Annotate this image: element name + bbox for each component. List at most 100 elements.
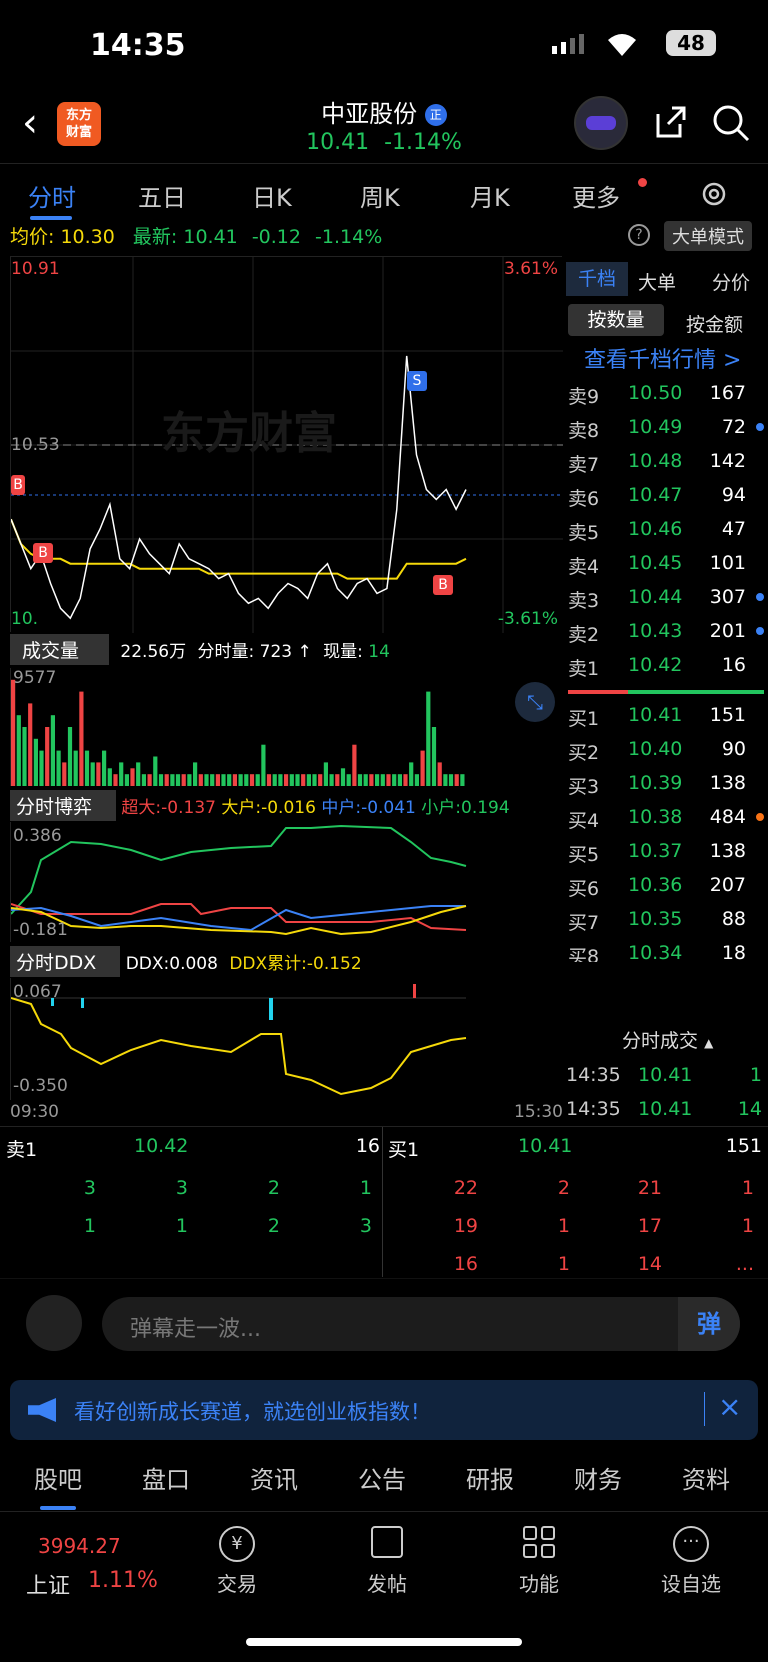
footer-function[interactable]: 功能 <box>484 1526 594 1597</box>
footer-watchlist[interactable]: ··· 设自选 <box>636 1526 746 1597</box>
footer-post[interactable]: 发帖 <box>332 1526 442 1597</box>
share-icon[interactable] <box>650 102 690 142</box>
home-indicator <box>246 1638 522 1646</box>
tab-5day[interactable]: 五日 <box>138 178 186 213</box>
tab-monthly[interactable]: 月K <box>470 178 510 213</box>
index-pct: 1.11% <box>88 1568 158 1593</box>
buy-marker-b[interactable]: B <box>433 575 453 595</box>
sell-row[interactable]: 卖1 10.42 16 <box>562 648 768 682</box>
tab-finance[interactable]: 财务 <box>574 1460 622 1495</box>
buy-marker-b[interactable]: B <box>33 543 53 563</box>
tab-more[interactable]: 更多 <box>572 178 620 213</box>
close-icon[interactable]: × <box>718 1390 741 1423</box>
sell-row[interactable]: 卖6 10.47 94 <box>562 478 768 512</box>
ob-label: 卖1 <box>568 658 600 680</box>
now-volume-value: 14 <box>368 642 390 662</box>
queue-cell: 2 <box>267 1215 280 1237</box>
caret-up-icon: ▲ <box>704 1036 714 1050</box>
buy-marker-b[interactable]: B <box>11 475 25 495</box>
bottom-sell-label: 卖1 <box>6 1139 38 1161</box>
sell-marker-s[interactable]: S <box>407 371 427 391</box>
buy-row[interactable]: 买3 10.39 138 <box>562 766 768 800</box>
volume-bar <box>204 774 209 786</box>
ob-volume: 207 <box>709 874 746 896</box>
ob-volume: 94 <box>721 484 746 506</box>
tab-profile[interactable]: 资料 <box>682 1460 730 1495</box>
buy-row[interactable]: 买6 10.36 207 <box>562 868 768 902</box>
price-info-bar: 均价: 10.30 最新: 10.41 -0.12 -1.14% <box>10 222 382 249</box>
buy-row[interactable]: 买2 10.40 90 <box>562 732 768 766</box>
index-name[interactable]: 上证 <box>26 1568 70 1600</box>
tab-news[interactable]: 资讯 <box>250 1460 298 1495</box>
volume-bar <box>107 768 112 786</box>
tab-research[interactable]: 研报 <box>466 1460 514 1495</box>
tab-daily[interactable]: 日K <box>252 178 292 213</box>
sell-row[interactable]: 卖2 10.43 201 <box>562 614 768 648</box>
danmu-input[interactable]: 弹幕走一波... 弹 <box>102 1297 740 1351</box>
intraday-chart[interactable]: 10.91 3.61% 10.53 -3.61% 10. 东方财富 S B B … <box>10 256 563 633</box>
volume-bar <box>448 774 454 786</box>
ob-price: 10.35 <box>628 908 683 930</box>
latest-value: 10.41 <box>183 226 238 248</box>
volume-bar <box>295 774 300 786</box>
game-selector[interactable]: 分时博弈 <box>10 790 117 821</box>
gear-icon[interactable] <box>700 180 728 208</box>
side-tab-depth[interactable]: 千档 <box>566 262 628 296</box>
ob-label: 卖7 <box>568 454 600 476</box>
sell-row[interactable]: 卖9 10.50 167 <box>562 376 768 410</box>
tab-weekly[interactable]: 周K <box>360 178 400 213</box>
watermark: 东方财富 <box>161 408 337 459</box>
view-depth-link[interactable]: 查看千档行情 > <box>584 342 741 374</box>
buy-row[interactable]: 买1 10.41 151 <box>562 698 768 732</box>
ob-price: 10.42 <box>628 654 683 676</box>
buy-row[interactable]: 买4 10.38 484 <box>562 800 768 834</box>
danmu-send-button[interactable]: 弹 <box>678 1297 740 1351</box>
ob-price: 10.48 <box>628 450 683 472</box>
sell-row[interactable]: 卖4 10.45 101 <box>562 546 768 580</box>
queue-row: 22 2 21 1 <box>382 1171 768 1209</box>
volume-bar <box>119 762 124 786</box>
ob-price: 10.38 <box>628 806 683 828</box>
volume-bar <box>238 774 243 786</box>
ob-label: 买7 <box>568 912 600 934</box>
search-icon[interactable] <box>710 102 752 144</box>
sell-row[interactable]: 卖8 10.49 72 <box>562 410 768 444</box>
game-chart[interactable]: 0.386 -0.181 <box>10 822 562 942</box>
footer-trade[interactable]: ¥ 交易 <box>182 1526 292 1597</box>
sell-row[interactable]: 卖7 10.48 142 <box>562 444 768 478</box>
expand-icon[interactable]: ⤡ <box>515 682 555 722</box>
side-tab-big[interactable]: 大单 <box>638 268 676 295</box>
tab-forum[interactable]: 股吧 <box>34 1460 82 1495</box>
side-tab-price[interactable]: 分价 <box>712 268 750 295</box>
big-order-mode-button[interactable]: 大单模式 <box>664 221 752 251</box>
promo-banner[interactable]: 看好创新成长赛道，就选创业板指数！ × <box>10 1380 758 1440</box>
tab-market[interactable]: 盘口 <box>142 1460 190 1495</box>
avg-line <box>11 518 467 580</box>
sub-tab-qty[interactable]: 按数量 <box>568 304 664 336</box>
big-value: -0.016 <box>261 798 316 818</box>
help-icon[interactable]: ? <box>628 224 650 246</box>
tab-notice[interactable]: 公告 <box>358 1460 406 1495</box>
buy-row[interactable]: 买7 10.35 88 <box>562 902 768 936</box>
danmu-settings-icon[interactable] <box>26 1295 82 1351</box>
tab-intraday[interactable]: 分时 <box>28 178 76 213</box>
robot-assistant-icon[interactable] <box>574 96 628 150</box>
buy-row[interactable]: 买5 10.37 138 <box>562 834 768 868</box>
sell-row[interactable]: 卖5 10.46 47 <box>562 512 768 546</box>
ddx-chart[interactable]: 0.067 -0.350 <box>10 978 562 1100</box>
sub-tab-amount[interactable]: 按金额 <box>686 310 743 337</box>
volume-bar <box>272 774 277 786</box>
buy-row[interactable]: 买8 10.34 18 <box>562 936 768 962</box>
trades-title[interactable]: 分时成交 ▲ <box>622 1026 713 1053</box>
volume-selector[interactable]: 成交量 <box>10 634 110 665</box>
volume-bar <box>153 756 158 786</box>
battery-icon: 48 <box>666 30 716 56</box>
danmu-placeholder: 弹幕走一波... <box>130 1317 261 1342</box>
sell-row[interactable]: 卖3 10.44 307 <box>562 580 768 614</box>
volume-chart[interactable]: 9577 ⤡ <box>10 668 562 786</box>
ddx-selector[interactable]: 分时DDX <box>10 946 121 977</box>
ratio-bar <box>568 690 764 694</box>
banner-text: 看好创新成长赛道，就选创业板指数！ <box>74 1400 431 1424</box>
game-bottom: -0.181 <box>13 920 68 940</box>
ob-label: 买2 <box>568 742 600 764</box>
